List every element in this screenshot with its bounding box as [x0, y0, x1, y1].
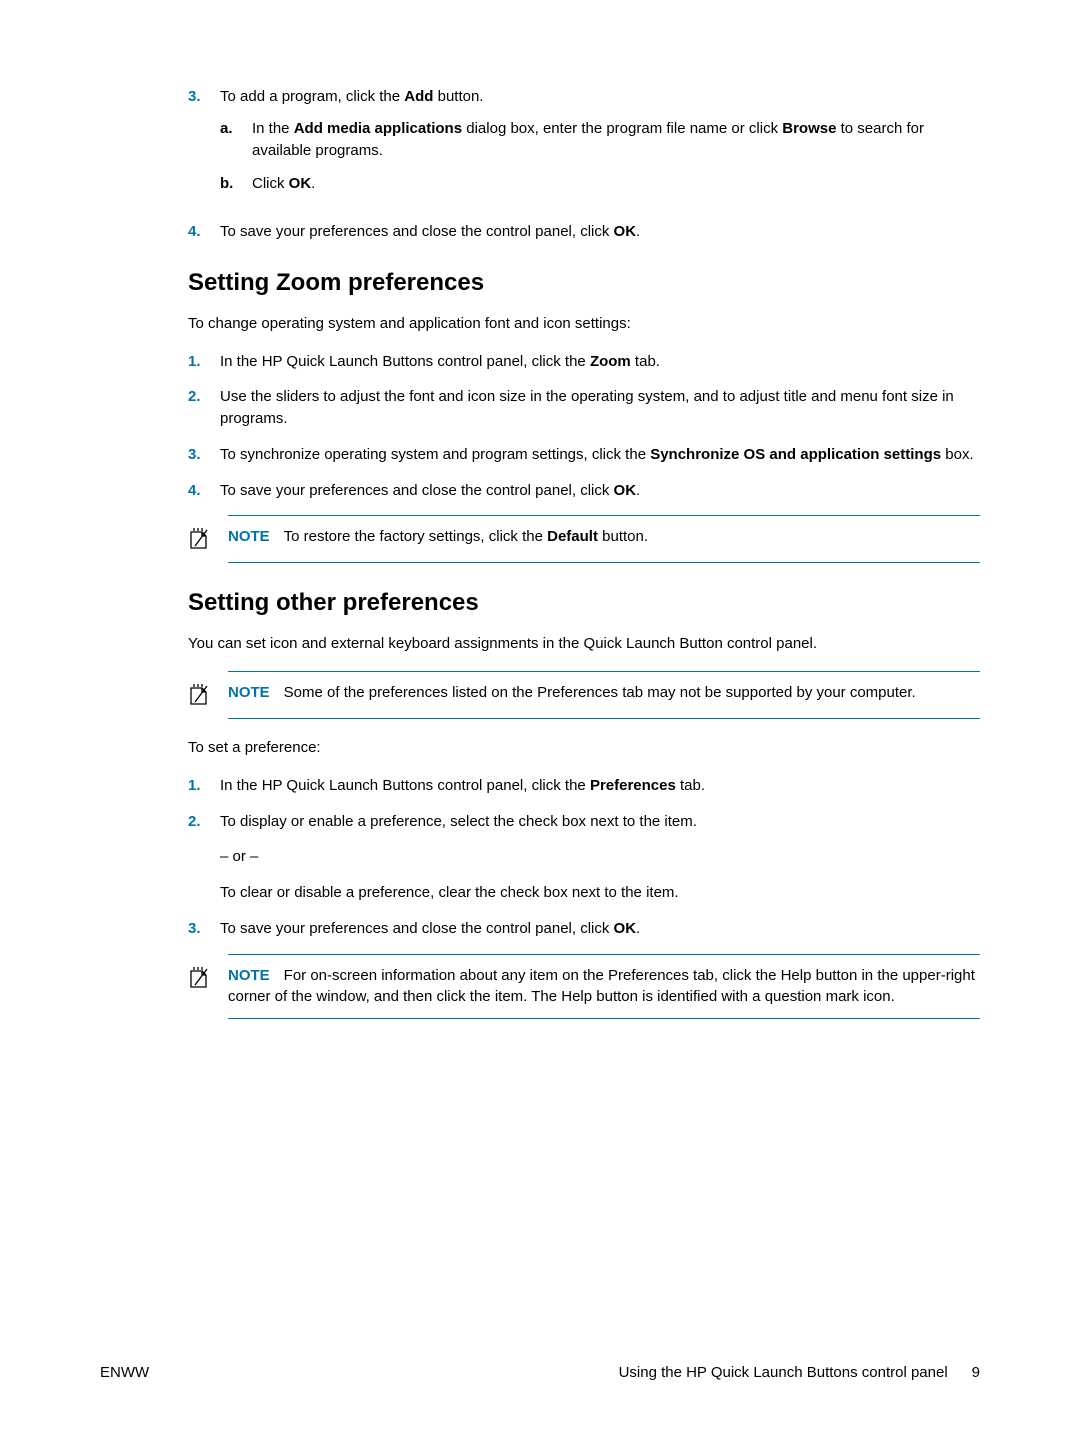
- note-icon: [188, 526, 228, 552]
- body-text: To clear or disable a preference, clear …: [220, 882, 980, 904]
- list-marker: 2.: [188, 811, 220, 833]
- ordered-list-2: 1. In the HP Quick Launch Buttons contro…: [188, 351, 980, 502]
- note-callout: NOTE To restore the factory settings, cli…: [228, 515, 980, 563]
- ui-label-add-media-applications: Add media applications: [294, 120, 462, 137]
- body-text: Some of the preferences listed on the Pr…: [284, 684, 916, 701]
- page-footer: ENWW Using the HP Quick Launch Buttons c…: [100, 1364, 980, 1381]
- page-number: 9: [972, 1364, 980, 1381]
- body-text: To save your preferences and close the c…: [220, 223, 614, 240]
- list-item: 4. To save your preferences and close th…: [188, 221, 980, 243]
- list-item: 1. In the HP Quick Launch Buttons contro…: [188, 351, 980, 373]
- heading-setting-other-preferences: Setting other preferences: [188, 589, 980, 617]
- body-text: button.: [598, 528, 648, 545]
- body-text: For on-screen information about any item…: [228, 967, 975, 1006]
- list-marker: 3.: [188, 918, 220, 940]
- document-page: 3. To add a program, click the Add butto…: [0, 0, 1080, 1437]
- list-item: 4. To save your preferences and close th…: [188, 480, 980, 502]
- body-text: To restore the factory settings, click t…: [284, 528, 547, 545]
- body-text: To display or enable a preference, selec…: [220, 811, 980, 833]
- body-text: tab.: [631, 353, 660, 370]
- ui-label-ok: OK: [614, 920, 637, 937]
- note-icon: [188, 965, 228, 1009]
- body-text: To save your preferences and close the c…: [220, 920, 614, 937]
- or-separator: – or –: [220, 846, 980, 868]
- list-item: 2. Use the sliders to adjust the font an…: [188, 386, 980, 430]
- body-text: Use the sliders to adjust the font and i…: [220, 386, 980, 430]
- body-text: To set a preference:: [188, 737, 980, 759]
- ui-label-preferences: Preferences: [590, 777, 676, 794]
- ui-label-zoom: Zoom: [590, 353, 631, 370]
- body-text: You can set icon and external keyboard a…: [188, 633, 980, 655]
- note-label: NOTE: [228, 528, 270, 545]
- body-text: To add a program, click the: [220, 88, 404, 105]
- body-text: In the HP Quick Launch Buttons control p…: [220, 777, 590, 794]
- ordered-list-3b: 3. To save your preferences and close th…: [188, 918, 980, 940]
- note-callout: NOTEFor on-screen information about any …: [228, 954, 980, 1020]
- heading-setting-zoom-preferences: Setting Zoom preferences: [188, 269, 980, 297]
- sub-list: a. In the Add media applications dialog …: [220, 118, 980, 195]
- note-label: NOTE: [228, 967, 270, 984]
- footer-left: ENWW: [100, 1364, 149, 1381]
- note-label: NOTE: [228, 684, 270, 701]
- list-item: 2. To display or enable a preference, se…: [188, 811, 980, 833]
- body-text: In the: [252, 120, 294, 137]
- ui-label-ok: OK: [614, 482, 637, 499]
- body-text: .: [636, 920, 640, 937]
- note-callout: NOTE Some of the preferences listed on th…: [228, 671, 980, 719]
- ui-label-ok: OK: [289, 175, 312, 192]
- body-text: To change operating system and applicati…: [188, 313, 980, 335]
- body-text: tab.: [676, 777, 705, 794]
- list-item: 3. To add a program, click the Add butto…: [188, 86, 980, 207]
- ui-label-add: Add: [404, 88, 433, 105]
- list-item: 3. To save your preferences and close th…: [188, 918, 980, 940]
- list-marker: 2.: [188, 386, 220, 430]
- body-text: To synchronize operating system and prog…: [220, 446, 650, 463]
- list-marker: a.: [220, 118, 252, 162]
- ordered-list-3: 1. In the HP Quick Launch Buttons contro…: [188, 775, 980, 833]
- list-item: 3. To synchronize operating system and p…: [188, 444, 980, 466]
- body-text: button.: [433, 88, 483, 105]
- body-text: .: [636, 482, 640, 499]
- list-marker: 3.: [188, 86, 220, 207]
- ui-label-default: Default: [547, 528, 598, 545]
- list-marker: 1.: [188, 351, 220, 373]
- body-text: .: [636, 223, 640, 240]
- note-icon: [188, 682, 228, 708]
- ui-label-browse: Browse: [782, 120, 836, 137]
- list-item: a. In the Add media applications dialog …: [220, 118, 980, 162]
- ui-label-synchronize-os: Synchronize OS and application settings: [650, 446, 941, 463]
- body-text: To save your preferences and close the c…: [220, 482, 614, 499]
- list-marker: 3.: [188, 444, 220, 466]
- list-item: b. Click OK.: [220, 173, 980, 195]
- ui-label-ok: OK: [614, 223, 637, 240]
- body-text: In the HP Quick Launch Buttons control p…: [220, 353, 590, 370]
- list-item: 1. In the HP Quick Launch Buttons contro…: [188, 775, 980, 797]
- body-text: box.: [941, 446, 974, 463]
- body-text: Click: [252, 175, 289, 192]
- ordered-list-1: 3. To add a program, click the Add butto…: [188, 86, 980, 243]
- list-marker: 4.: [188, 221, 220, 243]
- body-text: .: [311, 175, 315, 192]
- list-marker: 1.: [188, 775, 220, 797]
- footer-section-title: Using the HP Quick Launch Buttons contro…: [619, 1364, 948, 1381]
- list-marker: 4.: [188, 480, 220, 502]
- body-text: dialog box, enter the program file name …: [462, 120, 782, 137]
- list-marker: b.: [220, 173, 252, 195]
